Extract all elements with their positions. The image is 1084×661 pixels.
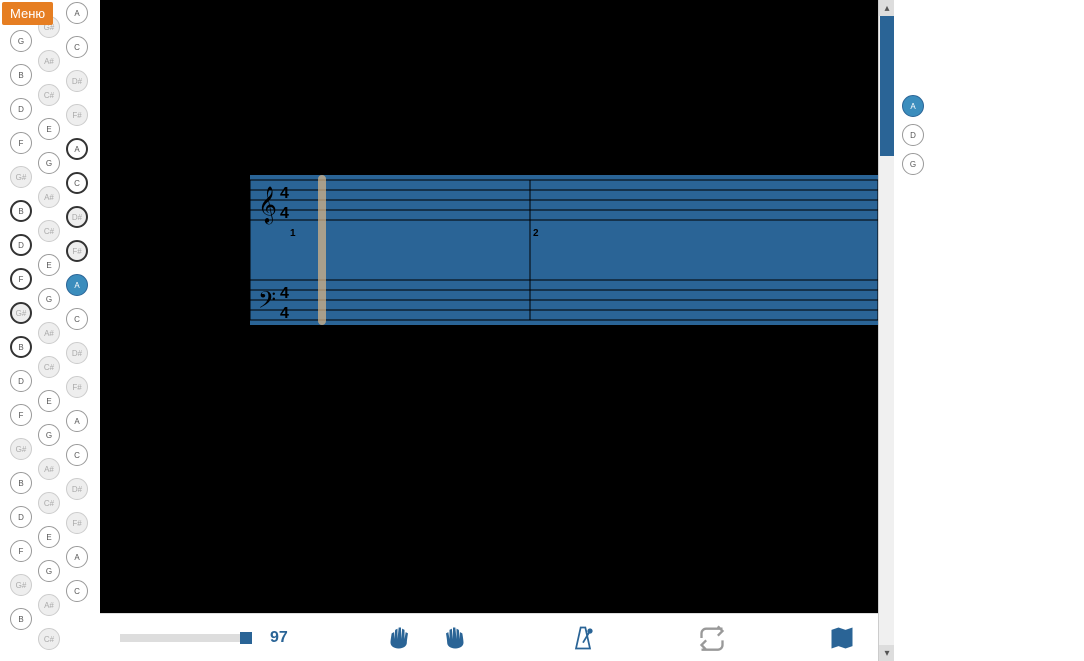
note-button[interactable]: D [902,124,924,146]
note-button[interactable]: A [902,95,924,117]
note-button[interactable]: B [10,336,32,358]
tempo-thumb[interactable] [240,632,252,644]
note-button[interactable]: F# [66,376,88,398]
note-button[interactable]: G# [10,166,32,188]
svg-text:4: 4 [280,185,289,202]
note-button[interactable]: C# [38,492,60,514]
note-button[interactable]: C# [38,356,60,378]
note-button[interactable]: F# [66,104,88,126]
note-button[interactable]: G [10,30,32,52]
note-button[interactable]: G# [10,302,32,324]
note-button[interactable]: D# [66,70,88,92]
note-button[interactable]: D# [66,478,88,500]
note-button[interactable]: C# [38,84,60,106]
note-button[interactable]: C# [38,220,60,242]
note-button[interactable]: A [66,410,88,432]
note-button[interactable]: C [66,580,88,602]
metronome-icon[interactable] [567,622,599,654]
scroll-down-icon[interactable]: ▾ [879,645,895,661]
note-button[interactable]: F [10,268,32,290]
note-button[interactable]: A# [38,186,60,208]
hand-left-icon[interactable] [385,622,417,654]
note-button[interactable]: A [66,546,88,568]
scroll-thumb[interactable] [880,16,894,156]
note-button[interactable]: G [38,560,60,582]
note-button[interactable]: F# [66,512,88,534]
note-button[interactable]: F# [66,240,88,262]
toolbar: 97 [100,613,878,661]
note-button[interactable]: C [66,36,88,58]
note-button[interactable]: F [10,540,32,562]
loop-icon[interactable] [696,622,728,654]
note-button[interactable]: A [66,274,88,296]
note-button[interactable]: G [38,152,60,174]
svg-text:4: 4 [280,205,289,222]
note-button[interactable]: E [38,526,60,548]
note-button[interactable]: D# [66,342,88,364]
svg-text:𝄞: 𝄞 [258,186,277,224]
note-button[interactable]: E [38,390,60,412]
note-button[interactable]: G [38,288,60,310]
music-score: 𝄞 𝄢 4 4 4 4 [100,0,878,610]
note-button[interactable]: A# [38,322,60,344]
center-area: 𝄞 𝄢 4 4 4 4 1 2 97 [100,0,878,661]
note-button[interactable]: E [38,254,60,276]
hand-right-icon[interactable] [437,622,469,654]
note-button[interactable]: E [38,118,60,140]
note-button[interactable]: G [902,153,924,175]
note-button[interactable]: G# [10,438,32,460]
note-button[interactable]: G [38,424,60,446]
note-button[interactable]: F [10,132,32,154]
note-button[interactable]: D# [66,206,88,228]
note-button[interactable]: A [66,138,88,160]
score-area: 𝄞 𝄢 4 4 4 4 1 2 [100,0,878,613]
note-button[interactable]: A# [38,594,60,616]
note-button[interactable]: A# [38,458,60,480]
note-button[interactable]: B [10,200,32,222]
right-note-panel: ADG [894,0,1084,661]
playhead [318,175,326,325]
tempo-slider[interactable] [120,634,250,642]
note-button[interactable]: C [66,444,88,466]
note-button[interactable]: F [10,404,32,426]
note-button[interactable]: C [66,308,88,330]
note-button[interactable]: B [10,64,32,86]
note-button[interactable]: G# [10,574,32,596]
menu-button[interactable]: Меню [2,2,53,25]
note-button[interactable]: A# [38,50,60,72]
svg-text:4: 4 [280,305,289,322]
note-button[interactable]: C# [38,628,60,650]
note-button[interactable]: C [66,172,88,194]
measure-number: 1 [290,228,296,239]
svg-text:𝄢: 𝄢 [258,288,276,319]
measure-number: 2 [533,228,539,239]
note-button[interactable]: D [10,234,32,256]
note-button[interactable]: A [66,2,88,24]
svg-text:4: 4 [280,285,289,302]
left-note-panel: Меню GBDFG#BDFG#BDFG#BDFG#BG#A#C#EGA#C#E… [0,0,100,661]
map-icon[interactable] [826,622,858,654]
note-button[interactable]: D [10,506,32,528]
note-button[interactable]: B [10,472,32,494]
note-button[interactable]: D [10,98,32,120]
note-button[interactable]: D [10,370,32,392]
note-button[interactable]: B [10,608,32,630]
tempo-value: 97 [270,629,288,647]
scroll-up-icon[interactable]: ▴ [879,0,895,16]
vertical-scrollbar[interactable]: ▴ ▾ [878,0,894,661]
